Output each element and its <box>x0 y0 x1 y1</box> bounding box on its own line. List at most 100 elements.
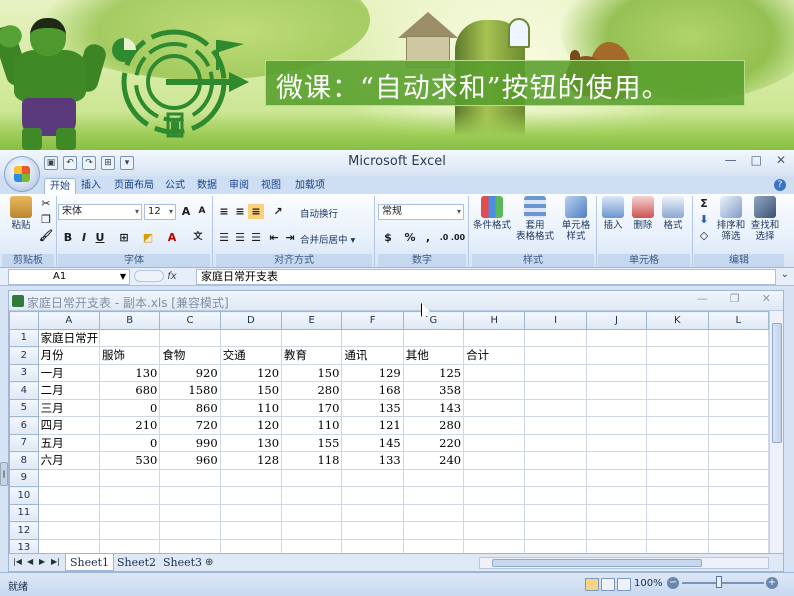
cell[interactable] <box>463 416 526 435</box>
cell[interactable] <box>159 328 221 347</box>
cell[interactable] <box>646 346 709 365</box>
cell[interactable] <box>98 328 161 347</box>
cell[interactable]: 五月 <box>37 433 101 452</box>
cell[interactable] <box>707 433 770 452</box>
cell[interactable]: 125 <box>402 363 465 382</box>
sheet-tab-2[interactable]: Sheet2 <box>113 554 160 571</box>
cell[interactable] <box>37 521 101 540</box>
cell[interactable] <box>707 346 770 365</box>
cell[interactable] <box>402 328 465 347</box>
cell[interactable] <box>646 398 709 417</box>
cell-styles-button[interactable]: 单元格 样式 <box>558 196 594 242</box>
cell[interactable] <box>98 486 161 505</box>
cell[interactable] <box>98 503 161 522</box>
cell[interactable] <box>37 468 101 487</box>
cell[interactable] <box>707 451 770 470</box>
cell[interactable] <box>524 468 587 487</box>
cell[interactable] <box>585 363 648 382</box>
cell[interactable]: 133 <box>341 451 404 470</box>
cell[interactable] <box>707 486 770 505</box>
cell[interactable]: 110 <box>281 416 343 435</box>
cell[interactable]: 130 <box>219 433 283 452</box>
cell[interactable] <box>159 521 221 540</box>
cell[interactable] <box>463 521 526 540</box>
cell[interactable] <box>159 503 221 522</box>
cell[interactable] <box>646 521 709 540</box>
cell[interactable] <box>585 416 648 435</box>
cell[interactable] <box>524 433 587 452</box>
cell[interactable] <box>37 486 101 505</box>
cell[interactable]: 168 <box>341 381 404 400</box>
align-bottom-icon[interactable]: ≡ <box>248 204 264 219</box>
font-size-select[interactable]: 12 ▾ <box>144 204 176 220</box>
cell[interactable]: 170 <box>281 398 343 417</box>
cell[interactable]: 0 <box>98 398 161 417</box>
zoom-in-button[interactable]: + <box>766 577 778 589</box>
cell[interactable]: 860 <box>159 398 221 417</box>
cell[interactable] <box>341 503 404 522</box>
cell[interactable] <box>707 381 770 400</box>
row-header[interactable]: 6 <box>9 416 39 435</box>
row-header[interactable]: 7 <box>9 433 39 452</box>
cell[interactable] <box>463 503 526 522</box>
column-header[interactable]: D <box>219 311 283 330</box>
cell[interactable] <box>585 451 648 470</box>
font-color-icon[interactable]: A <box>164 230 180 245</box>
select-all-corner[interactable] <box>9 311 39 330</box>
cell[interactable]: 家庭日常开支表 <box>37 328 101 347</box>
row-header[interactable]: 1 <box>9 328 39 347</box>
side-panel-handle-icon[interactable]: ‖ <box>0 462 8 486</box>
number-format-select[interactable]: 常规 ▾ <box>378 204 464 220</box>
cell[interactable]: 128 <box>219 451 283 470</box>
cell[interactable]: 280 <box>402 416 465 435</box>
sheet-tab-3[interactable]: Sheet3 <box>159 554 206 571</box>
cell[interactable] <box>707 363 770 382</box>
zoom-slider-thumb[interactable] <box>716 576 722 588</box>
zoom-level[interactable]: 100% <box>634 578 663 589</box>
tab-review[interactable]: 审阅 <box>226 178 252 194</box>
cell[interactable]: 合计 <box>463 346 526 365</box>
column-header[interactable]: K <box>646 311 709 330</box>
cell[interactable]: 990 <box>159 433 221 452</box>
cell[interactable] <box>463 433 526 452</box>
cell[interactable]: 960 <box>159 451 221 470</box>
column-header[interactable]: F <box>341 311 404 330</box>
cell[interactable] <box>219 328 283 347</box>
delete-cells-button[interactable]: 删除 <box>628 196 658 231</box>
percent-button[interactable]: % <box>402 230 418 245</box>
column-header[interactable]: B <box>98 311 161 330</box>
grow-font-icon[interactable]: A <box>178 204 194 219</box>
align-right-icon[interactable]: ☰ <box>248 230 264 245</box>
minimize-icon[interactable]: — <box>725 153 737 167</box>
copy-icon[interactable]: ❐ <box>38 212 54 227</box>
cell[interactable]: 720 <box>159 416 221 435</box>
cell[interactable] <box>585 433 648 452</box>
cell[interactable]: 服饰 <box>98 346 161 365</box>
tab-view[interactable]: 视图 <box>258 178 284 194</box>
vertical-scrollbar[interactable] <box>769 311 783 553</box>
cell[interactable] <box>646 363 709 382</box>
cell[interactable] <box>463 486 526 505</box>
cell[interactable]: 食物 <box>159 346 221 365</box>
cell[interactable] <box>707 468 770 487</box>
page-layout-view-icon[interactable] <box>601 578 615 591</box>
cell[interactable]: 120 <box>219 363 283 382</box>
formula-input[interactable]: 家庭日常开支表 <box>196 269 776 285</box>
cell[interactable]: 120 <box>219 416 283 435</box>
cell[interactable] <box>646 451 709 470</box>
cell[interactable] <box>281 468 343 487</box>
first-sheet-icon[interactable]: |◀ <box>13 557 22 566</box>
format-painter-icon[interactable]: 🖌 <box>38 228 54 243</box>
align-left-icon[interactable]: ☰ <box>216 230 232 245</box>
row-header[interactable]: 4 <box>9 381 39 400</box>
decrease-decimal-icon[interactable]: .00 <box>450 230 466 245</box>
tab-insert[interactable]: 插入 <box>78 178 104 194</box>
cell[interactable]: 教育 <box>281 346 343 365</box>
cell[interactable] <box>524 451 587 470</box>
shrink-font-icon[interactable]: A <box>194 204 210 219</box>
cell[interactable] <box>585 346 648 365</box>
cell[interactable] <box>281 486 343 505</box>
cell[interactable] <box>463 468 526 487</box>
wrap-text-button[interactable]: 自动换行 <box>300 206 338 220</box>
fill-color-icon[interactable]: ◩ <box>140 230 156 245</box>
